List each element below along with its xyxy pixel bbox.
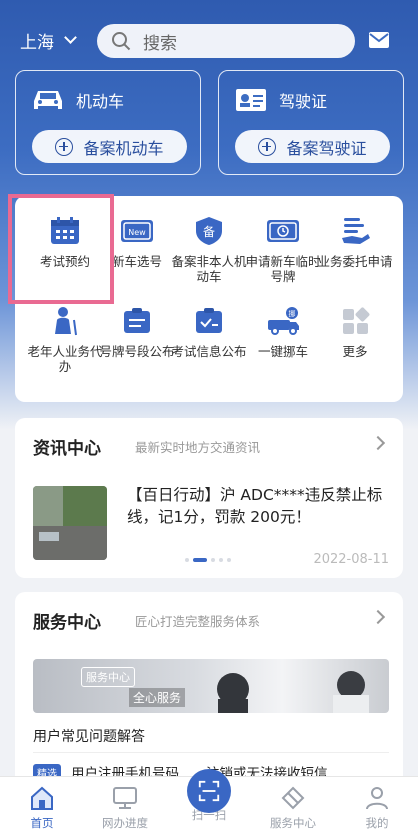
service-center-card[interactable]: 服务中心 匠心打造完整服务体系 服务中心 全心服务 用户常见问题解答 精选 用户… — [15, 592, 403, 792]
vehicle-card-title: 机动车 — [76, 92, 125, 111]
vehicle-card: 机动车 备案机动车 — [15, 70, 201, 175]
carousel-indicator — [185, 558, 231, 562]
search-icon — [112, 32, 131, 51]
news-date: 2022-08-11 — [313, 552, 389, 567]
person-icon — [366, 787, 388, 810]
service-temp-plate[interactable]: 申请新车临时号牌 — [245, 216, 321, 284]
mail-icon[interactable] — [369, 32, 389, 48]
divider — [33, 752, 389, 753]
tab-progress[interactable]: 网办进度 — [90, 785, 160, 831]
home-icon — [31, 786, 53, 810]
news-headline[interactable]: 【百日行动】沪 ADC****违反禁止标线，记1分，罚款 200元！ — [127, 484, 389, 528]
tab-label: 服务中心 — [270, 816, 316, 830]
license-card: 驾驶证 备案驾驶证 — [218, 70, 404, 175]
news-title: 资讯中心 — [33, 439, 101, 459]
faq-title[interactable]: 用户常见问题解答 — [33, 726, 145, 746]
service-label: 备案非本人机动车 — [171, 254, 247, 284]
car-icon — [34, 91, 62, 109]
service-non-owner-vehicle[interactable]: 备 备案非本人机动车 — [171, 216, 247, 284]
register-license-button[interactable]: 备案驾驶证 — [235, 130, 390, 163]
banner-tag: 服务中心 — [81, 667, 135, 687]
city-selector[interactable]: 上海 — [20, 28, 77, 53]
board-check-icon — [196, 308, 222, 333]
top-bar: 上海 搜索 — [0, 22, 418, 58]
service-move-car[interactable]: 挪 一键挪车 — [245, 306, 321, 359]
service-exam-info[interactable]: 考试信息公布 — [171, 306, 247, 359]
service-label: 业务委托申请 — [317, 254, 393, 269]
banner-text: 全心服务 — [129, 688, 186, 707]
news-subtitle: 最新实时地方交通资讯 — [135, 440, 261, 455]
service-label: 老年人业务代办 — [27, 344, 103, 374]
search-bar[interactable]: 搜索 — [97, 24, 355, 58]
scan-button[interactable] — [187, 769, 231, 813]
license-card-title: 驾驶证 — [279, 92, 328, 111]
service-label: 申请新车临时号牌 — [245, 254, 321, 284]
truck-icon: 挪 — [268, 307, 299, 335]
list-hand-icon — [342, 218, 370, 244]
plus-circle-icon — [258, 137, 277, 156]
chevron-right-icon[interactable] — [370, 609, 386, 625]
news-card[interactable]: 资讯中心 最新实时地方交通资讯 【百日行动】沪 ADC****违反禁止标线，记1… — [15, 418, 403, 578]
service-label: 更多 — [342, 344, 368, 359]
register-vehicle-label: 备案机动车 — [83, 138, 164, 158]
svg-text:挪: 挪 — [289, 309, 296, 318]
calendar-icon — [51, 217, 79, 244]
tab-service-center[interactable]: 服务中心 — [258, 785, 328, 831]
service-new-plate[interactable]: New 新车选号 — [99, 216, 175, 269]
search-placeholder: 搜索 — [143, 33, 177, 54]
register-vehicle-button[interactable]: 备案机动车 — [32, 130, 187, 163]
service-more[interactable]: 更多 — [317, 306, 393, 359]
service-center-subtitle: 匠心打造完整服务体系 — [135, 614, 261, 629]
service-elderly[interactable]: 老年人业务代办 — [27, 306, 103, 374]
service-label: 考试预约 — [39, 254, 90, 269]
register-license-label: 备案驾驶证 — [286, 138, 367, 158]
service-banner[interactable]: 服务中心 全心服务 — [33, 659, 389, 713]
shield-icon: 备 — [196, 217, 222, 245]
chevron-down-icon — [64, 31, 77, 44]
service-center-title: 服务中心 — [33, 613, 101, 633]
service-exam-appointment[interactable]: 考试预约 — [27, 216, 103, 269]
board-icon — [124, 308, 150, 333]
svg-text:New: New — [128, 228, 146, 237]
id-card-icon — [236, 89, 266, 111]
service-label: 考试信息公布 — [171, 344, 247, 359]
tab-label: 首页 — [30, 816, 54, 830]
bottom-tab-bar: 首页 网办进度 扫一扫 服务中心 我的 — [0, 769, 418, 839]
tab-profile[interactable]: 我的 — [342, 785, 412, 831]
diamond-icon — [281, 786, 305, 810]
plus-circle-icon — [55, 137, 74, 156]
service-plate-segment[interactable]: 号牌号段公布 — [99, 306, 175, 359]
service-label: 号牌号段公布 — [99, 344, 175, 359]
city-label: 上海 — [20, 33, 54, 53]
tab-label: 我的 — [365, 816, 389, 830]
clock-plate-icon — [267, 220, 299, 242]
service-label: 一键挪车 — [257, 344, 308, 359]
service-delegation[interactable]: 业务委托申请 — [317, 216, 393, 269]
tab-label: 网办进度 — [102, 816, 148, 830]
new-plate-icon: New — [121, 220, 153, 242]
more-grid-icon — [343, 307, 370, 334]
scan-icon — [198, 780, 220, 802]
chevron-right-icon[interactable] — [370, 435, 386, 451]
svg-text:备: 备 — [203, 225, 215, 239]
monitor-icon — [113, 787, 137, 809]
services-panel: 考试预约 New 新车选号 备 备案非本人机动车 申请新车临时号牌 业务委托申请… — [15, 196, 403, 402]
tab-home[interactable]: 首页 — [7, 785, 77, 831]
service-label: 新车选号 — [111, 254, 162, 269]
elder-icon — [55, 307, 77, 336]
news-thumbnail — [33, 486, 107, 560]
